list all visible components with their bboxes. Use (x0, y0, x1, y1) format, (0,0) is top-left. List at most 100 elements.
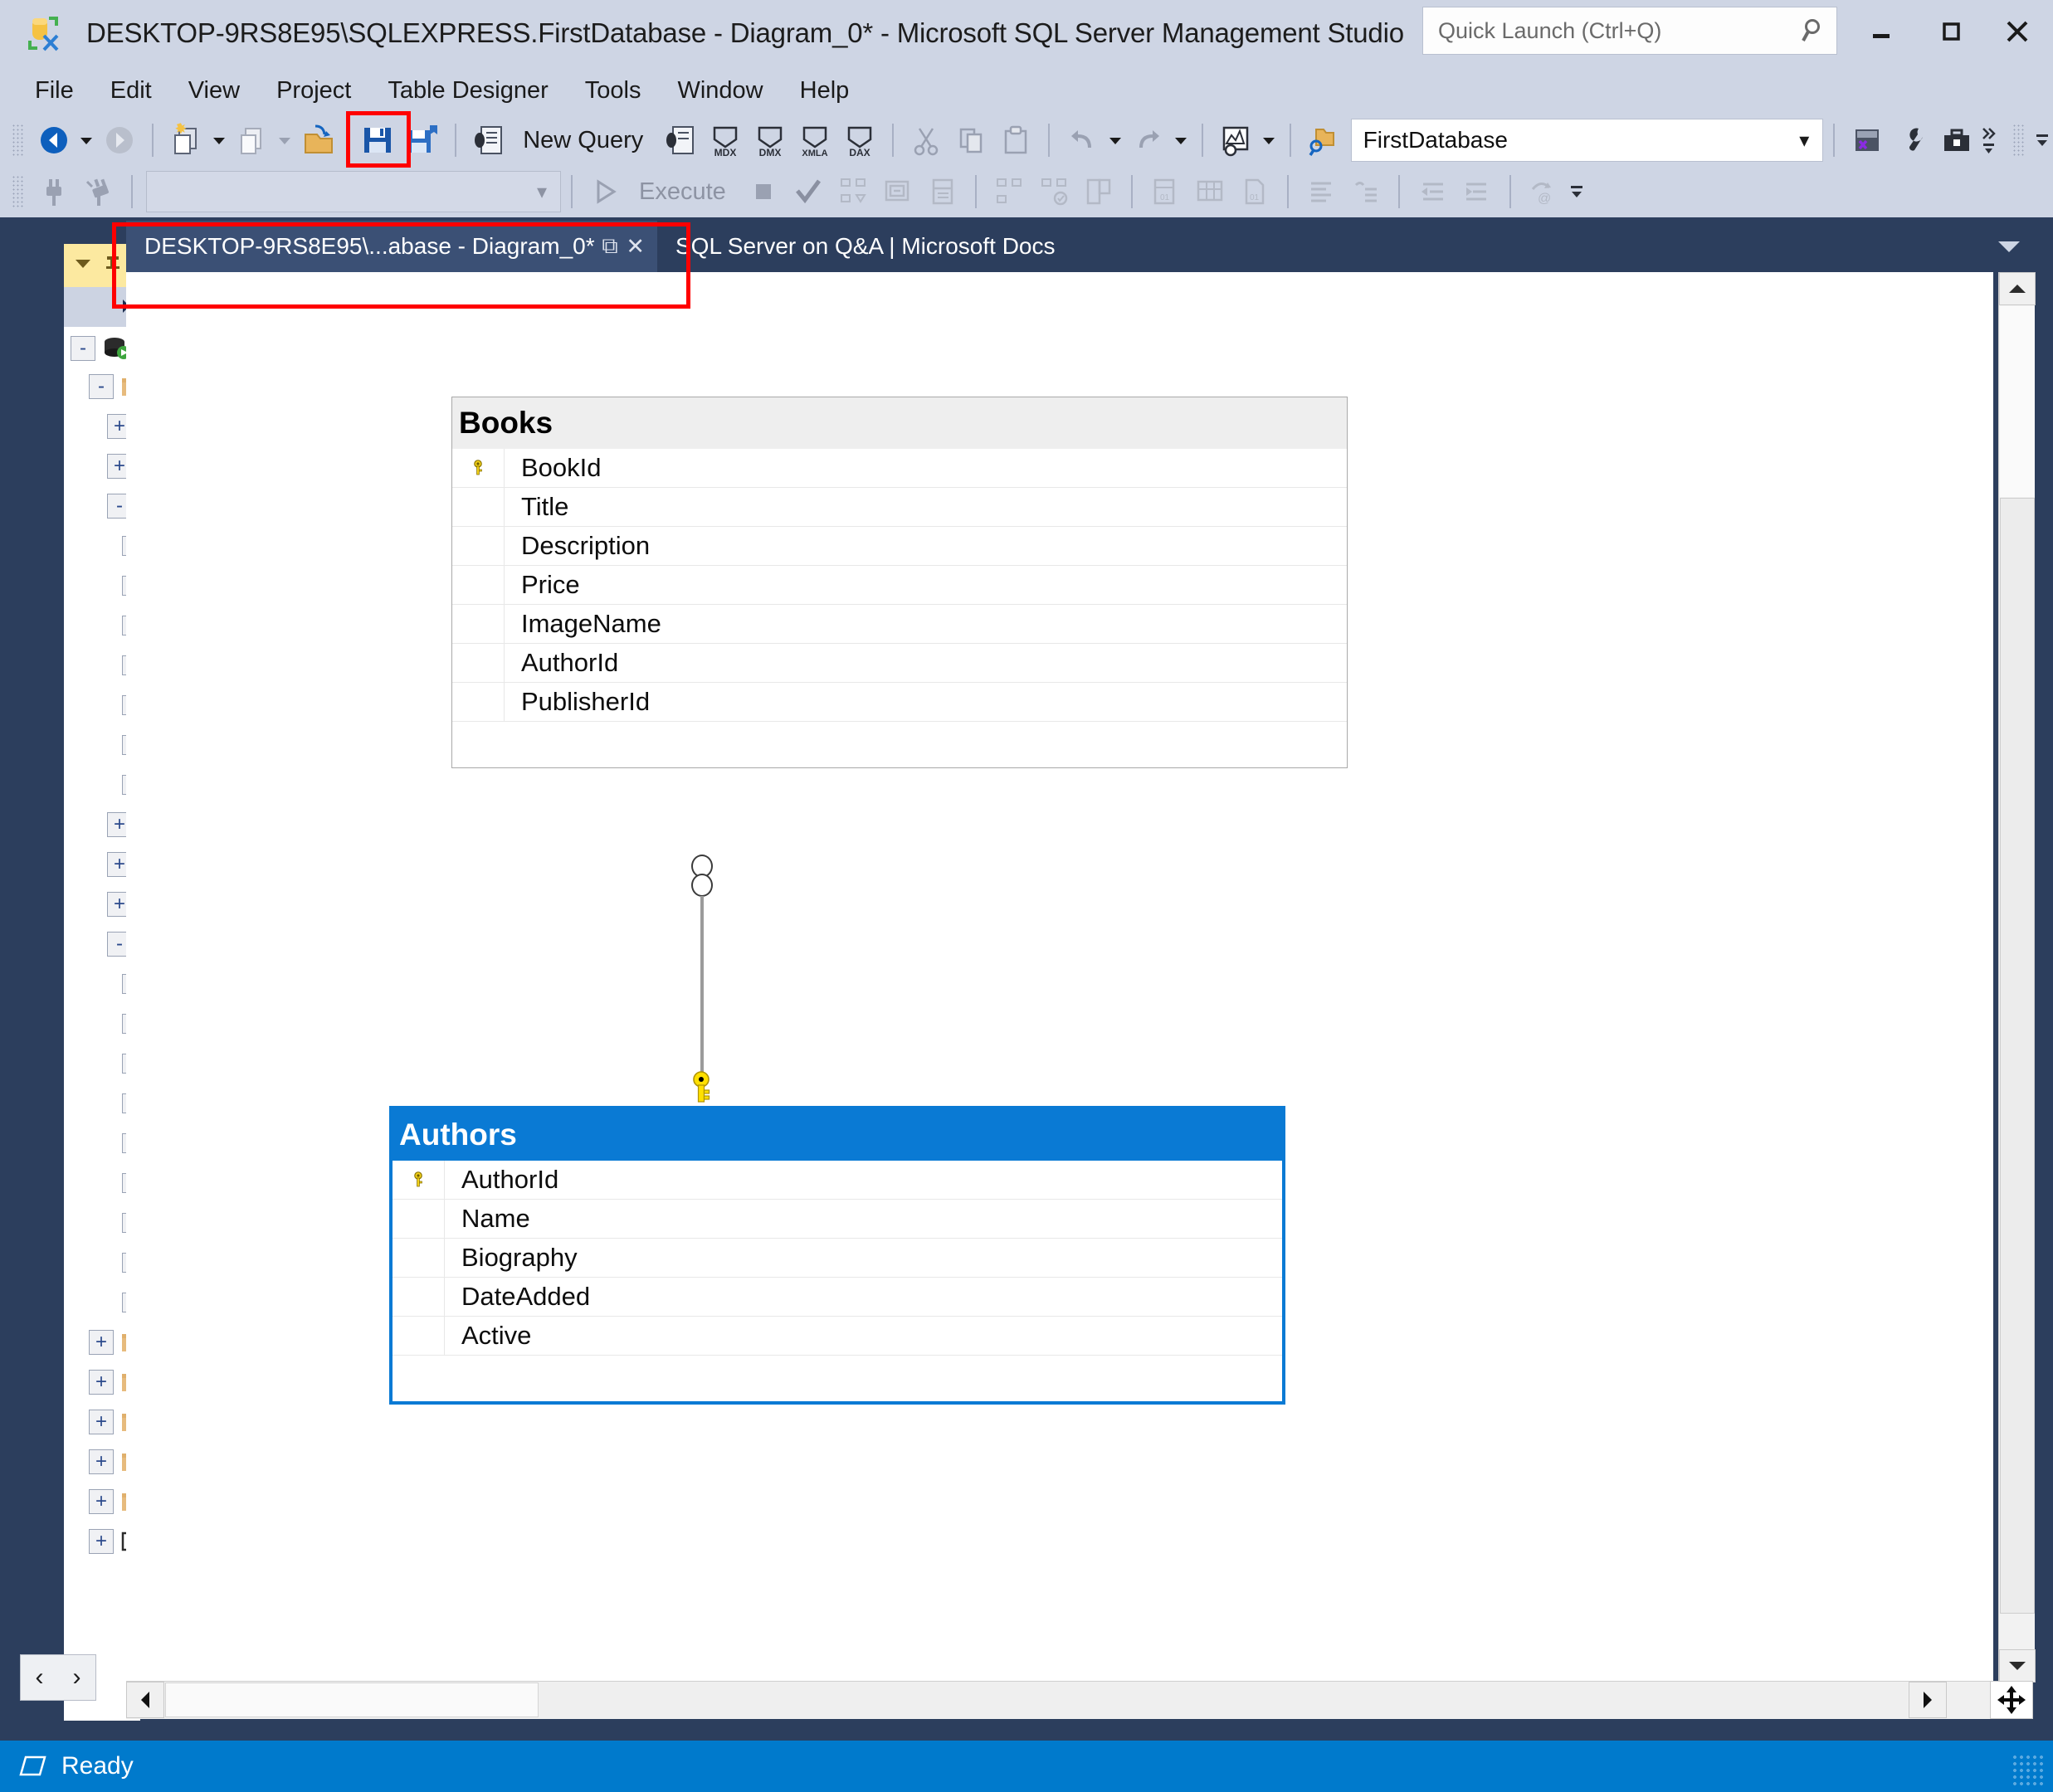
scroll-left-button[interactable] (126, 1682, 164, 1718)
menu-view[interactable]: View (170, 74, 258, 108)
tab-pin-icon[interactable]: ⧉ (600, 227, 621, 265)
new-query-icon[interactable] (466, 119, 511, 161)
nav-next-button[interactable]: › (58, 1655, 95, 1700)
undo-icon[interactable] (1060, 119, 1105, 161)
activity-monitor-caret-icon[interactable] (1258, 119, 1280, 161)
quick-launch-input[interactable] (1423, 17, 1793, 44)
menu-tools[interactable]: Tools (567, 74, 660, 108)
include-client-stats-icon[interactable] (987, 171, 1031, 212)
scroll-up-button[interactable] (1999, 272, 2036, 305)
vertical-scrollbar[interactable] (1998, 272, 2036, 1682)
open-file-icon[interactable] (295, 119, 340, 161)
sql-connection-combo[interactable]: ▾ (146, 171, 561, 212)
stop-icon[interactable] (741, 171, 786, 212)
results-grid-table-icon[interactable] (1187, 171, 1232, 212)
new-dmx-query-icon[interactable]: DMX (748, 119, 792, 161)
table-row[interactable]: AuthorId (452, 644, 1347, 683)
maximize-button[interactable] (1922, 8, 1980, 55)
disconnect-icon[interactable] (76, 171, 121, 212)
menu-file[interactable]: File (17, 74, 92, 108)
relationship-line[interactable] (700, 896, 704, 1079)
execute-button[interactable]: Execute (627, 171, 741, 212)
new-xmla-query-icon[interactable]: XMLA (792, 119, 837, 161)
expander-expand-9[interactable]: + (89, 1449, 114, 1474)
find-database-icon[interactable] (1301, 119, 1346, 161)
diagram-table-books-header[interactable]: Books (452, 397, 1347, 449)
close-button[interactable] (1988, 8, 2046, 55)
toolbox-icon[interactable] (1934, 119, 1979, 161)
results-file-out-icon[interactable]: 01 (1232, 171, 1277, 212)
navigate-back-icon[interactable] (32, 119, 76, 161)
tab-close-icon[interactable]: ✕ (625, 227, 646, 265)
menu-window[interactable]: Window (659, 74, 781, 108)
quick-launch[interactable] (1422, 7, 1837, 55)
parse-check-icon[interactable] (786, 171, 831, 212)
scroll-thumb-horizontal[interactable] (165, 1682, 539, 1717)
save-all-icon[interactable] (400, 119, 445, 161)
undo-caret-icon[interactable] (1105, 119, 1126, 161)
menu-help[interactable]: Help (782, 74, 868, 108)
pin-icon[interactable] (102, 253, 124, 279)
menu-table-designer[interactable]: Table Designer (369, 74, 566, 108)
table-row[interactable]: DateAdded (393, 1278, 1282, 1317)
scroll-track-horizontal[interactable] (539, 1682, 1907, 1717)
table-row[interactable]: Price (452, 566, 1347, 605)
specify-values-icon[interactable]: @ (1521, 171, 1566, 212)
scroll-down-button[interactable] (1999, 1649, 2036, 1682)
expander-expand-11[interactable]: + (89, 1529, 114, 1554)
minimize-button[interactable] (1852, 8, 1910, 55)
comment-lines-icon[interactable] (1299, 171, 1343, 212)
query-options-icon[interactable] (875, 171, 920, 212)
increase-indent-icon[interactable] (1455, 171, 1500, 212)
execute-icon[interactable] (583, 171, 627, 212)
table-row[interactable]: BookId (452, 449, 1347, 488)
table-row[interactable]: AuthorId (393, 1161, 1282, 1200)
cut-icon[interactable] (904, 119, 948, 161)
nav-prev-button[interactable]: ‹ (21, 1655, 58, 1700)
uncomment-lines-icon[interactable] (1343, 171, 1388, 212)
navigate-forward-icon[interactable] (97, 119, 142, 161)
move-resize-icon[interactable] (1990, 1681, 2033, 1719)
new-project-caret-icon[interactable] (208, 119, 230, 161)
new-query-button[interactable]: New Query (511, 119, 658, 161)
toolbar-options-icon[interactable] (2031, 119, 2053, 161)
new-analysis-query-icon[interactable] (658, 119, 703, 161)
connect-icon[interactable] (32, 171, 76, 212)
redo-caret-icon[interactable] (1171, 119, 1192, 161)
expander-expand-7[interactable]: + (89, 1370, 114, 1395)
results-to-text-icon[interactable] (1031, 171, 1076, 212)
diagram-table-authors[interactable]: Authors AuthorId Name Biography DateAdde… (389, 1106, 1285, 1405)
expander-collapse[interactable]: - (71, 336, 95, 361)
diagram-table-authors-header[interactable]: Authors (393, 1109, 1282, 1161)
table-row[interactable]: Active (393, 1317, 1282, 1356)
save-icon[interactable] (355, 119, 400, 161)
database-combo[interactable]: FirstDatabase ▾ (1350, 119, 1824, 162)
table-row[interactable]: PublisherId (452, 683, 1347, 722)
new-project-icon[interactable] (163, 119, 208, 161)
new-mdx-query-icon[interactable]: MDX (703, 119, 748, 161)
table-row[interactable]: Title (452, 488, 1347, 527)
toolbar-grip-icon-3[interactable] (12, 175, 25, 208)
table-row[interactable]: Name (393, 1200, 1282, 1239)
redo-icon[interactable] (1126, 119, 1171, 161)
new-dax-query-icon[interactable]: DAX (837, 119, 882, 161)
menu-project[interactable]: Project (258, 74, 369, 108)
results-to-file-icon[interactable]: 01 (1143, 171, 1187, 212)
include-actual-plan-icon[interactable] (920, 171, 965, 212)
expander-expand-6[interactable]: + (89, 1330, 114, 1355)
navigate-back-caret-icon[interactable] (76, 119, 98, 161)
diagram-canvas[interactable]: Books BookId Title Description Price Ima… (126, 272, 1993, 1682)
table-row[interactable]: Description (452, 527, 1347, 566)
toolbar-grip-icon-2[interactable] (2012, 124, 2026, 157)
diagram-table-books[interactable]: Books BookId Title Description Price Ima… (451, 397, 1348, 768)
results-to-grid-icon[interactable] (1076, 171, 1121, 212)
window-dropdown-icon[interactable] (72, 253, 94, 279)
scroll-thumb-vertical[interactable] (2000, 498, 2035, 1614)
chevron-down-icon-2[interactable]: ▾ (524, 180, 560, 204)
object-explorer-icon[interactable] (1845, 119, 1890, 161)
expander-expand-8[interactable]: + (89, 1410, 114, 1434)
toolbar-grip-icon[interactable] (12, 124, 25, 157)
toolbar-options-icon-2[interactable] (1566, 171, 1587, 212)
new-item-icon[interactable] (230, 119, 275, 161)
properties-wrench-icon[interactable] (1890, 119, 1934, 161)
